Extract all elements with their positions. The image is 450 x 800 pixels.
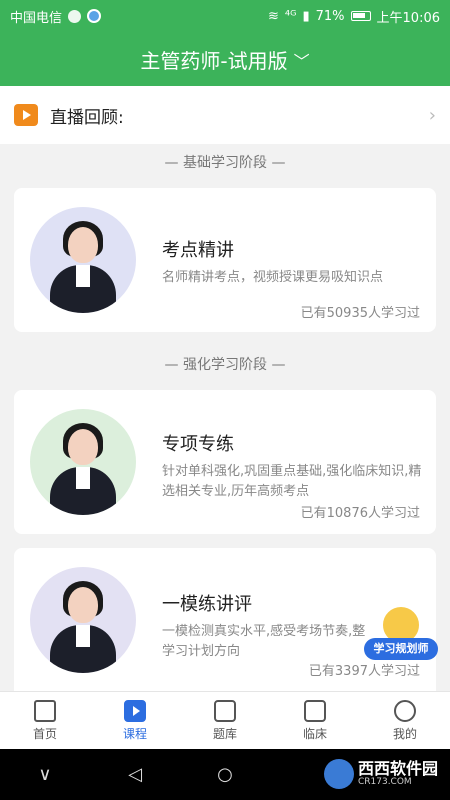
teacher-avatar [30,207,136,313]
clock: 上午10:06 [376,10,440,26]
exam-selector[interactable]: 主管药师-试用版 ﹀ [0,32,450,86]
tab-label: 课程 [122,726,147,741]
learner-count: 已有3397人学习过 [308,664,420,679]
live-review-row[interactable]: 直播回顾: › [0,86,450,144]
battery-percent: 71% [315,8,345,24]
course-desc: 一模检测真实水平,感受考场节奏,整学习计划方向 [162,624,366,659]
live-review-label: 直播回顾: [50,107,124,128]
signal-icon: ▮ [302,8,310,24]
top-bar: 中国电信 ≋ ⁴ᴳ ▮ 71% 上午10:06 主管药师-试用版 ﹀ [0,0,450,86]
status-bar: 中国电信 ≋ ⁴ᴳ ▮ 71% 上午10:06 [0,0,450,32]
collapse-icon[interactable]: ∨ [0,764,90,785]
course-card-2[interactable]: 专项专练 针对单科强化,巩固重点基础,强化临床知识,精选相关专业,历年高频考点 … [14,390,436,534]
home-icon [34,699,56,722]
page-title: 主管药师-试用版 [140,48,288,73]
tab-label: 临床 [302,726,327,741]
watermark-name: 西西软件园 [357,759,438,778]
home-circle-icon[interactable]: ○ [180,764,270,785]
watermark-logo [323,759,354,789]
course-desc: 名师精讲考点，视频授课更易吸知识点 [162,270,384,285]
tab-home[interactable]: 首页 [0,692,90,749]
tab-courses[interactable]: 课程 [90,692,180,749]
stage-header-basic: — 基础学习阶段 — [164,155,286,171]
course-desc: 针对单科强化,巩固重点基础,强化临床知识,精选相关专业,历年高频考点 [162,464,422,499]
system-nav-bar: ∨ ◁ ○ 西西软件园 CR173.COM [0,749,450,800]
play-icon [124,699,146,722]
tab-label: 首页 [32,726,57,741]
bottom-nav: 首页 课程 题库 临床 我的 [0,691,450,749]
course-card-1[interactable]: 考点精讲 名师精讲考点，视频授课更易吸知识点 已有50935人学习过 [14,188,436,332]
document-icon [214,699,236,722]
wifi-icon: ≋ [268,8,279,24]
battery-icon [350,11,371,21]
teacher-avatar [30,409,136,515]
chevron-down-icon: ﹀ [293,52,310,71]
watermark: 西西软件园 CR173.COM [323,759,438,789]
learner-count: 已有10876人学习过 [300,506,420,521]
course-title: 专项专练 [162,434,234,455]
network-type: ⁴ᴳ [284,8,297,24]
planner-label: 学习规划师 [364,638,438,660]
message-icon [68,9,82,23]
tab-label: 题库 [212,726,237,741]
teacher-avatar [30,567,136,673]
tab-me[interactable]: 我的 [360,692,450,749]
tv-play-icon [14,104,38,126]
course-title: 一模练讲评 [162,594,252,615]
tab-clinical[interactable]: 临床 [270,692,360,749]
chevron-right-icon: › [428,104,436,126]
carrier-text: 中国电信 [10,10,63,26]
clipboard-icon [304,699,326,722]
watermark-url: CR173.COM [357,777,412,787]
user-icon [394,699,416,722]
tab-label: 我的 [392,726,417,741]
stage-header-intensive: — 强化学习阶段 — [164,357,286,373]
learner-count: 已有50935人学习过 [300,306,420,321]
tab-question-bank[interactable]: 题库 [180,692,270,749]
study-planner-button[interactable]: 学习规划师 [364,604,438,662]
back-icon[interactable]: ◁ [90,764,180,785]
course-title: 考点精讲 [162,240,234,261]
browser-icon [87,9,102,23]
